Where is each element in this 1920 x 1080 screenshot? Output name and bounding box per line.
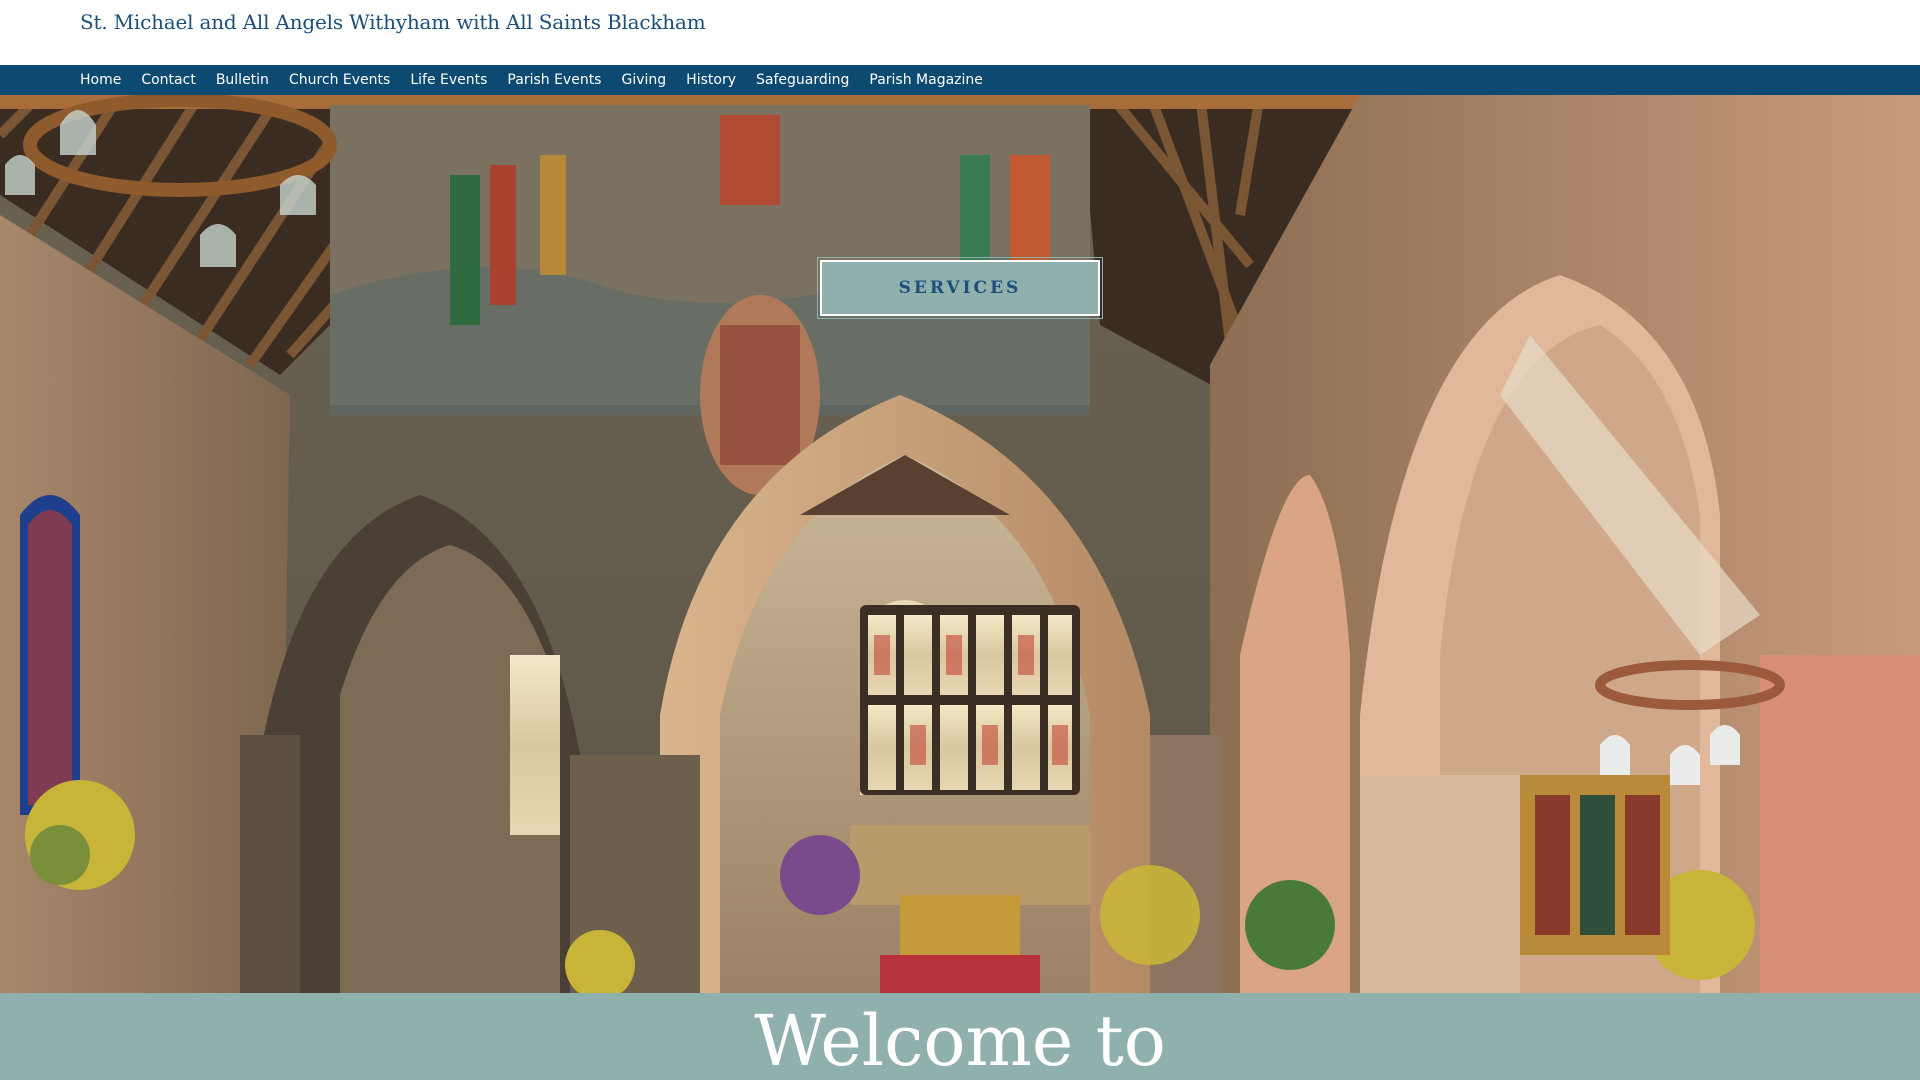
nav-item-parish-events[interactable]: Parish Events xyxy=(507,72,601,88)
nav-item-contact[interactable]: Contact xyxy=(141,72,195,88)
hero-banner: SERVICES xyxy=(0,95,1920,993)
nav-item-church-events[interactable]: Church Events xyxy=(289,72,390,88)
site-header: St. Michael and All Angels Withyham with… xyxy=(0,0,1920,65)
nav-item-life-events[interactable]: Life Events xyxy=(410,72,487,88)
church-interior-image xyxy=(0,95,1920,993)
nav-item-safeguarding[interactable]: Safeguarding xyxy=(756,72,849,88)
nav-item-history[interactable]: History xyxy=(686,72,736,88)
welcome-section: Welcome to xyxy=(0,993,1920,1080)
nav-item-parish-magazine[interactable]: Parish Magazine xyxy=(869,72,983,88)
nav-item-bulletin[interactable]: Bulletin xyxy=(216,72,269,88)
welcome-heading: Welcome to xyxy=(754,1000,1166,1080)
site-title[interactable]: St. Michael and All Angels Withyham with… xyxy=(80,10,706,34)
nav-item-giving[interactable]: Giving xyxy=(621,72,666,88)
nav-item-home[interactable]: Home xyxy=(80,72,121,88)
services-button[interactable]: SERVICES xyxy=(817,257,1103,319)
main-navigation: Home Contact Bulletin Church Events Life… xyxy=(0,65,1920,95)
